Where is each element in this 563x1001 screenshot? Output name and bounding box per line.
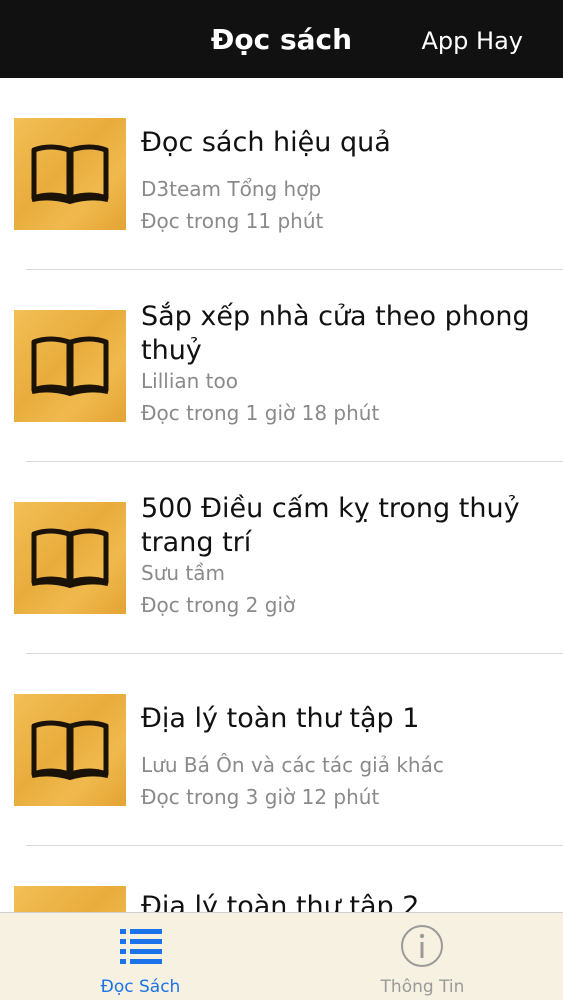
- tab-thong-tin[interactable]: Thông Tin: [282, 913, 563, 1001]
- open-book-icon: [31, 528, 109, 589]
- tab-label: Đọc Sách: [100, 977, 181, 997]
- book-list[interactable]: Đọc sách hiệu quả D3team Tổng hợp Đọc tr…: [0, 78, 563, 912]
- book-duration: Đọc trong 2 giờ: [141, 593, 296, 617]
- book-author: Lưu Bá Ôn và các tác giả khác: [141, 753, 444, 777]
- book-row[interactable]: Địa lý toàn thư tập 1 Lưu Bá Ôn và các t…: [0, 654, 563, 846]
- book-duration: Đọc trong 3 giờ 12 phút: [141, 785, 380, 809]
- book-cover: [14, 694, 126, 806]
- book-row[interactable]: Địa lý toàn thư tập 2: [0, 846, 563, 912]
- book-duration: Đọc trong 11 phút: [141, 209, 324, 233]
- book-row[interactable]: Đọc sách hiệu quả D3team Tổng hợp Đọc tr…: [0, 78, 563, 270]
- book-row[interactable]: Sắp xếp nhà cửa theo phong thuỷ Lillian …: [0, 270, 563, 462]
- book-title: Địa lý toàn thư tập 1: [141, 703, 420, 734]
- book-author: D3team Tổng hợp: [141, 177, 322, 201]
- tab-doc-sach[interactable]: Đọc Sách: [0, 913, 281, 1001]
- book-cover: [14, 886, 126, 912]
- book-title: Địa lý toàn thư tập 2: [141, 891, 420, 912]
- book-title: Sắp xếp nhà cửa theo phong thuỷ: [141, 301, 530, 366]
- book-cover: [14, 118, 126, 230]
- book-row[interactable]: 500 Điều cấm kỵ trong thuỷ trang trí Sưu…: [0, 462, 563, 654]
- book-title: Đọc sách hiệu quả: [141, 127, 391, 158]
- info-icon: [401, 925, 443, 967]
- tab-label: Thông Tin: [380, 977, 465, 997]
- book-title: 500 Điều cấm kỵ trong thuỷ trang trí: [141, 493, 520, 558]
- app-hay-button[interactable]: App Hay: [422, 21, 523, 61]
- tab-bar: Đọc Sách Thông Tin: [0, 912, 563, 1000]
- book-cover: [14, 502, 126, 614]
- book-author: Lillian too: [141, 369, 238, 393]
- open-book-icon: [31, 336, 109, 397]
- navigation-bar: Đọc sách App Hay: [0, 0, 563, 78]
- list-icon: [120, 929, 162, 964]
- open-book-icon: [31, 720, 109, 781]
- book-cover: [14, 310, 126, 422]
- book-duration: Đọc trong 1 giờ 18 phút: [141, 401, 380, 425]
- open-book-icon: [31, 144, 109, 205]
- book-author: Sưu tầm: [141, 561, 225, 585]
